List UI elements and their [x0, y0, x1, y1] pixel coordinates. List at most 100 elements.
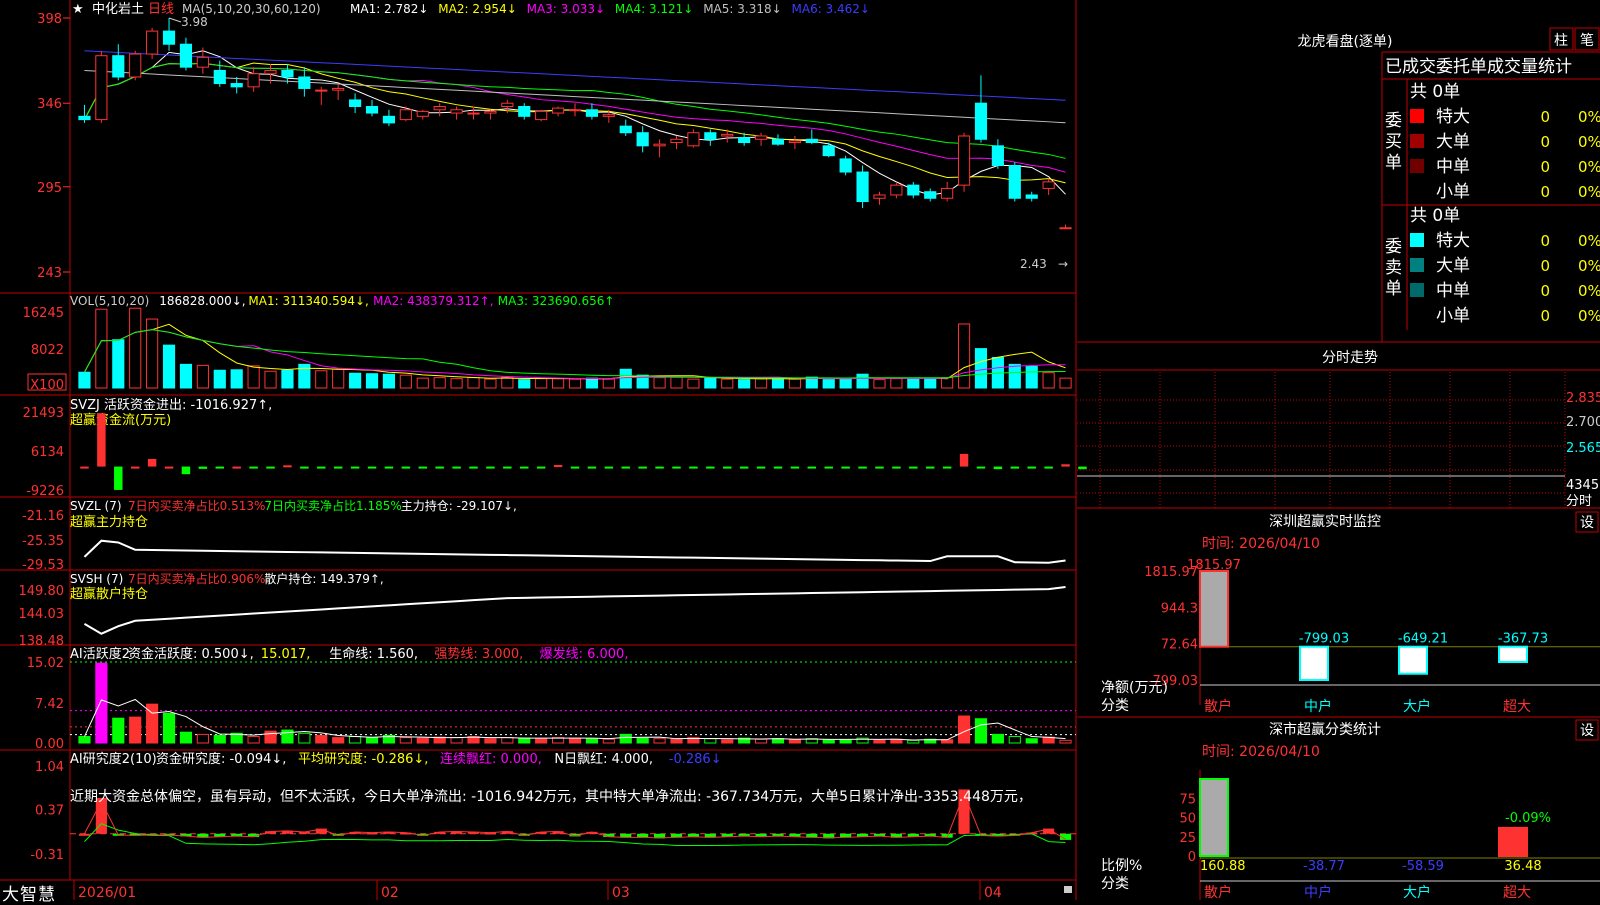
volume-bar[interactable] [179, 363, 193, 389]
candle[interactable] [568, 109, 582, 112]
volume-bar[interactable] [162, 344, 176, 389]
volume-bar[interactable] [332, 368, 345, 389]
activity-bar[interactable] [535, 738, 548, 744]
volume-bar[interactable] [484, 378, 497, 389]
activity-bar[interactable] [196, 733, 209, 744]
volume-bar[interactable] [738, 379, 751, 389]
volume-bar[interactable] [535, 378, 548, 389]
activity-bar[interactable] [95, 662, 108, 744]
volume-bar[interactable] [230, 369, 243, 389]
candle[interactable] [653, 143, 666, 147]
period-label[interactable]: 日线 [148, 2, 174, 17]
fund-flow-bar[interactable] [266, 466, 275, 469]
volume-bar[interactable] [839, 378, 852, 389]
fund-flow-bar[interactable] [604, 466, 614, 469]
volume-bar[interactable] [602, 378, 615, 389]
fund-flow-bar[interactable] [909, 466, 918, 469]
candle[interactable] [230, 83, 243, 88]
activity-bar[interactable] [129, 716, 142, 744]
volume-bar[interactable] [501, 376, 514, 389]
fund-flow-bar[interactable] [925, 466, 935, 469]
sz-monitor-bar[interactable] [1299, 645, 1329, 681]
candle[interactable] [365, 105, 379, 114]
fund-flow-bar[interactable] [232, 466, 241, 469]
candle[interactable] [501, 102, 514, 107]
candle[interactable] [298, 76, 311, 89]
activity-bar[interactable] [179, 731, 193, 744]
candle[interactable] [805, 138, 818, 144]
volume-bar[interactable] [907, 378, 920, 389]
volume-bar[interactable] [264, 370, 277, 389]
volume-bar[interactable] [822, 379, 835, 389]
volume-bar[interactable] [771, 377, 785, 389]
candle[interactable] [771, 138, 785, 145]
candle[interactable] [450, 109, 463, 114]
fund-flow-bar[interactable] [1027, 466, 1036, 469]
activity-bar[interactable] [162, 712, 176, 744]
candle[interactable] [332, 87, 345, 91]
fund-flow-bar[interactable] [503, 466, 512, 469]
candle[interactable] [315, 89, 328, 92]
fund-flow-bar[interactable] [249, 466, 258, 469]
fund-flow-bar[interactable] [401, 466, 411, 469]
activity-bar[interactable] [754, 738, 768, 744]
fund-flow-bar[interactable] [706, 466, 715, 469]
volume-bar[interactable] [112, 339, 125, 389]
fund-flow-bar[interactable] [317, 466, 326, 469]
fund-flow-bar[interactable] [993, 466, 1003, 470]
stock-name[interactable]: 中化岩土 [92, 2, 144, 17]
fund-flow-bar[interactable] [892, 466, 901, 469]
fund-flow-bar[interactable] [1044, 466, 1053, 469]
fund-flow-bar[interactable] [824, 466, 833, 469]
fund-flow-bar[interactable] [215, 466, 225, 469]
activity-bar[interactable] [247, 736, 260, 744]
sz-monitor-bar[interactable] [1398, 645, 1428, 675]
fund-flow-bar[interactable] [959, 453, 969, 467]
candle[interactable] [636, 132, 649, 147]
volume-bar[interactable] [704, 377, 717, 389]
volume-bar[interactable] [552, 378, 565, 389]
sz-class-bar[interactable] [1498, 826, 1528, 857]
candle[interactable] [382, 115, 396, 124]
fund-flow-bar[interactable] [452, 466, 461, 469]
volume-bar[interactable] [1059, 377, 1072, 389]
candle[interactable] [213, 69, 226, 85]
candle[interactable] [788, 140, 801, 144]
candle[interactable] [721, 133, 734, 137]
candle[interactable] [839, 158, 852, 173]
fund-flow-bar[interactable] [114, 466, 123, 490]
candle[interactable] [856, 171, 869, 203]
fund-flow-bar[interactable] [97, 413, 106, 467]
volume-bar[interactable] [315, 370, 328, 389]
candle[interactable] [957, 135, 971, 186]
fund-flow-bar[interactable] [147, 458, 157, 467]
main-chart-svg[interactable]: ★ 中化岩土 日线 MA(5,10,20,30,60,120) MA1: 2.782↓ M… [0, 0, 1600, 900]
fund-flow-bar[interactable] [384, 466, 394, 469]
sz-monitor-bar[interactable] [1498, 645, 1528, 664]
candle[interactable] [991, 145, 1004, 166]
candle[interactable] [162, 30, 176, 45]
volume-bar[interactable] [1042, 372, 1055, 389]
candle[interactable] [704, 132, 717, 140]
volume-bar[interactable] [450, 378, 463, 389]
activity-bar[interactable] [518, 737, 531, 744]
candle[interactable] [78, 115, 91, 121]
candle[interactable] [822, 145, 835, 157]
activity-bar[interactable] [822, 739, 835, 744]
activity-bar[interactable] [653, 738, 666, 744]
volume-bar[interactable] [129, 307, 142, 389]
fund-flow-bar[interactable] [300, 466, 309, 469]
fund-flow-bar[interactable] [520, 466, 529, 469]
fund-flow-bar[interactable] [621, 466, 630, 469]
candle[interactable] [890, 184, 903, 196]
volume-bar[interactable] [1008, 363, 1021, 389]
fund-flow-bar[interactable] [283, 465, 292, 468]
candle[interactable] [349, 99, 362, 107]
activity-bar[interactable] [365, 737, 379, 744]
candle[interactable] [754, 135, 768, 140]
activity-bar[interactable] [704, 738, 717, 744]
candle[interactable] [179, 43, 193, 68]
volume-bar[interactable] [213, 369, 226, 389]
activity-bar[interactable] [585, 738, 598, 744]
activity-bar[interactable] [1025, 738, 1038, 744]
